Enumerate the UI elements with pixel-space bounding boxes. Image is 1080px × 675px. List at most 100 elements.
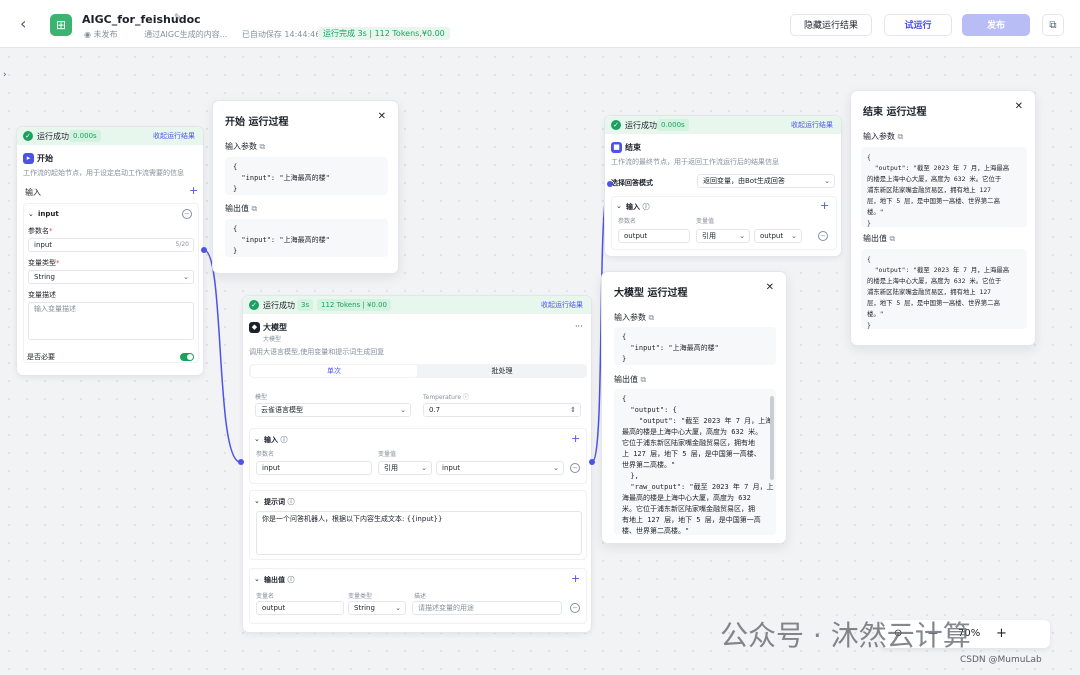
chevron-down-icon[interactable]: ⌄ [254, 575, 260, 583]
output-code: { "output": "截至 2023 年 7 月，上海最高 的楼是上海中心大… [861, 249, 1027, 329]
end-node-header: ✓ 运行成功 0.000s 收起运行结果 [605, 116, 841, 134]
param-name-input[interactable]: input 5/20 [28, 238, 194, 252]
close-icon[interactable]: ✕ [1015, 101, 1023, 112]
llm-input-port[interactable] [238, 459, 244, 465]
out-desc-label: 描述 [414, 593, 427, 600]
var-type-select[interactable]: String ⌄ [28, 270, 194, 284]
prompt-section: ⌄ 提示词 ⓘ 你是一个问答机器人，根据以下内容生成文本: {{input}} [249, 490, 587, 560]
required-toggle[interactable] [180, 353, 194, 361]
input-section-label: 输入 [25, 188, 41, 197]
panel-title: 开始 运行过程 [225, 117, 289, 128]
start-run-panel: 开始 运行过程 ✕ 输入参数 ⧉ { "input": "上海最高的楼" } 输… [212, 100, 399, 274]
var-value-label: 变量值 [696, 218, 715, 225]
ref-type-select[interactable]: 引用 ⌄ [378, 461, 432, 475]
ref-var-select[interactable]: input ⌄ [436, 461, 564, 475]
start-output-port[interactable] [201, 247, 207, 253]
start-node[interactable]: ✓ 运行成功 0.000s 收起运行结果 ▸ 开始 工作流的起始节点，用于设定启… [16, 126, 204, 376]
run-time-badge: 3s [297, 299, 314, 311]
input-params-label: 输入参数 ⧉ [225, 142, 266, 151]
remove-input-icon[interactable]: − [818, 231, 828, 241]
end-input-section: ⌄ 输入 ⓘ + 参数名 变量值 output 引用 ⌄ output ⌄ − [611, 196, 837, 250]
out-name-input[interactable]: output [256, 601, 344, 615]
model-label: 模型 [255, 394, 268, 401]
success-check-icon: ✓ [249, 300, 259, 310]
success-check-icon: ✓ [23, 131, 33, 141]
run-time-badge: 0.000s [657, 119, 689, 131]
run-status: 运行成功 [625, 121, 657, 130]
param-name-input[interactable]: output [618, 229, 690, 243]
answer-mode-label: 选择回答模式 [611, 179, 653, 187]
output-scrollbar[interactable] [770, 396, 774, 480]
start-node-header: ✓ 运行成功 0.000s 收起运行结果 [17, 127, 203, 145]
collapse-results-link[interactable]: 收起运行结果 [791, 120, 833, 130]
watermark: 公众号 · 沐然云计算 [720, 619, 971, 652]
var-desc-textarea[interactable]: 输入变量描述 [28, 302, 194, 340]
tokens-badge: 112 Tokens | ¥0.00 [317, 299, 391, 311]
run-status: 运行成功 [263, 301, 295, 310]
temperature-input[interactable]: 0.7 ⇕ [423, 403, 581, 417]
out-name-label: 变量名 [256, 593, 275, 600]
answer-mode-select[interactable]: 返回变量，由Bot生成回答 ⌄ [697, 174, 835, 188]
llm-run-panel: 大模型 运行过程 ✕ 输入参数 ⧉ { "input": "上海最高的楼" } … [601, 271, 787, 544]
panel-title: 结束 运行过程 [863, 107, 927, 118]
llm-output-port[interactable] [589, 459, 595, 465]
param-name-label: 参数名* [28, 227, 53, 235]
out-type-label: 变量类型 [348, 593, 373, 600]
start-node-icon: ▸ [23, 153, 34, 164]
chevron-down-icon[interactable]: ⌄ [28, 210, 34, 218]
llm-node-icon: ◆ [249, 322, 260, 333]
llm-node-subtitle: 大模型 [263, 336, 282, 343]
prompt-label: 提示词 ⓘ [264, 498, 295, 506]
add-output-icon[interactable]: + [571, 573, 580, 584]
param-name-label: 参数名 [618, 218, 637, 225]
output-code: { "input": "上海最高的楼" } [225, 219, 388, 257]
input-params-code: { "output": "截至 2023 年 7 月，上海最高 的楼是上海中心大… [861, 147, 1027, 227]
chevron-down-icon[interactable]: ⌄ [254, 435, 260, 443]
output-section-label: 输出值 ⓘ [264, 576, 295, 584]
param-name-label: 参数名 [256, 451, 275, 458]
input-params-code: { "input": "上海最高的楼" } [614, 327, 776, 365]
ref-type-select[interactable]: 引用 ⌄ [696, 229, 750, 243]
chevron-down-icon[interactable]: ⌄ [254, 497, 260, 505]
end-node[interactable]: ✓ 运行成功 0.000s 收起运行结果 ■ 结束 工作流的最终节点，用于返回工… [604, 115, 842, 257]
input-params-label: 输入参数 ⧉ [614, 313, 655, 322]
out-desc-input[interactable]: 请描述变量的用途 [412, 601, 562, 615]
model-select[interactable]: 云雀语言模型 ⌄ [255, 403, 411, 417]
llm-node-header: ✓ 运行成功 3s 112 Tokens | ¥0.00 收起运行结果 [243, 296, 591, 314]
csdn-watermark: CSDN @MumuLab [960, 655, 1042, 665]
collapse-results-link[interactable]: 收起运行结果 [153, 131, 195, 141]
end-input-port[interactable] [607, 181, 613, 187]
var-name: input [38, 210, 59, 218]
out-type-select[interactable]: String ⌄ [348, 601, 406, 615]
input-params-label: 输入参数 ⧉ [863, 132, 904, 141]
llm-output-section: ⌄ 输出值 ⓘ + 变量名 变量类型 描述 output String ⌄ 请描述… [249, 568, 587, 624]
llm-node-title: 大模型 [263, 323, 287, 332]
collapse-results-link[interactable]: 收起运行结果 [541, 300, 583, 310]
close-icon[interactable]: ✕ [378, 111, 386, 122]
start-node-title: 开始 [37, 154, 53, 163]
add-input-icon[interactable]: + [820, 200, 829, 211]
var-type-label: 变量类型* [28, 259, 60, 267]
remove-input-icon[interactable]: − [570, 463, 580, 473]
close-icon[interactable]: ✕ [766, 282, 774, 293]
add-input-icon[interactable]: + [189, 185, 198, 196]
llm-node[interactable]: ✓ 运行成功 3s 112 Tokens | ¥0.00 收起运行结果 ◆ 大模… [242, 295, 592, 633]
chevron-down-icon[interactable]: ⌄ [616, 202, 622, 210]
end-node-title: 结束 [625, 143, 641, 152]
output-label: 输出值 ⧉ [225, 204, 258, 213]
end-node-icon: ■ [611, 142, 622, 153]
ref-var-select[interactable]: output ⌄ [754, 229, 802, 243]
zoom-in-button[interactable]: + [996, 626, 1007, 641]
remove-var-icon[interactable]: − [182, 209, 192, 219]
more-icon[interactable]: ··· [575, 322, 583, 331]
start-node-desc: 工作流的起始节点，用于设定启动工作流需要的信息 [23, 169, 184, 177]
llm-input-section: ⌄ 输入 ⓘ + 参数名 变量值 input 引用 ⌄ input ⌄ − [249, 428, 587, 484]
param-name-input[interactable]: input [256, 461, 372, 475]
end-run-panel: 结束 运行过程 ✕ 输入参数 ⧉ { "output": "截至 2023 年 … [850, 90, 1036, 346]
tab-single[interactable]: 单次 [251, 365, 417, 377]
prompt-textarea[interactable]: 你是一个问答机器人，根据以下内容生成文本: {{input}} [256, 511, 582, 555]
remove-output-icon[interactable]: − [570, 603, 580, 613]
add-input-icon[interactable]: + [571, 433, 580, 444]
tab-batch[interactable]: 批处理 [419, 365, 585, 377]
mode-tabs: 单次 批处理 [249, 364, 587, 378]
